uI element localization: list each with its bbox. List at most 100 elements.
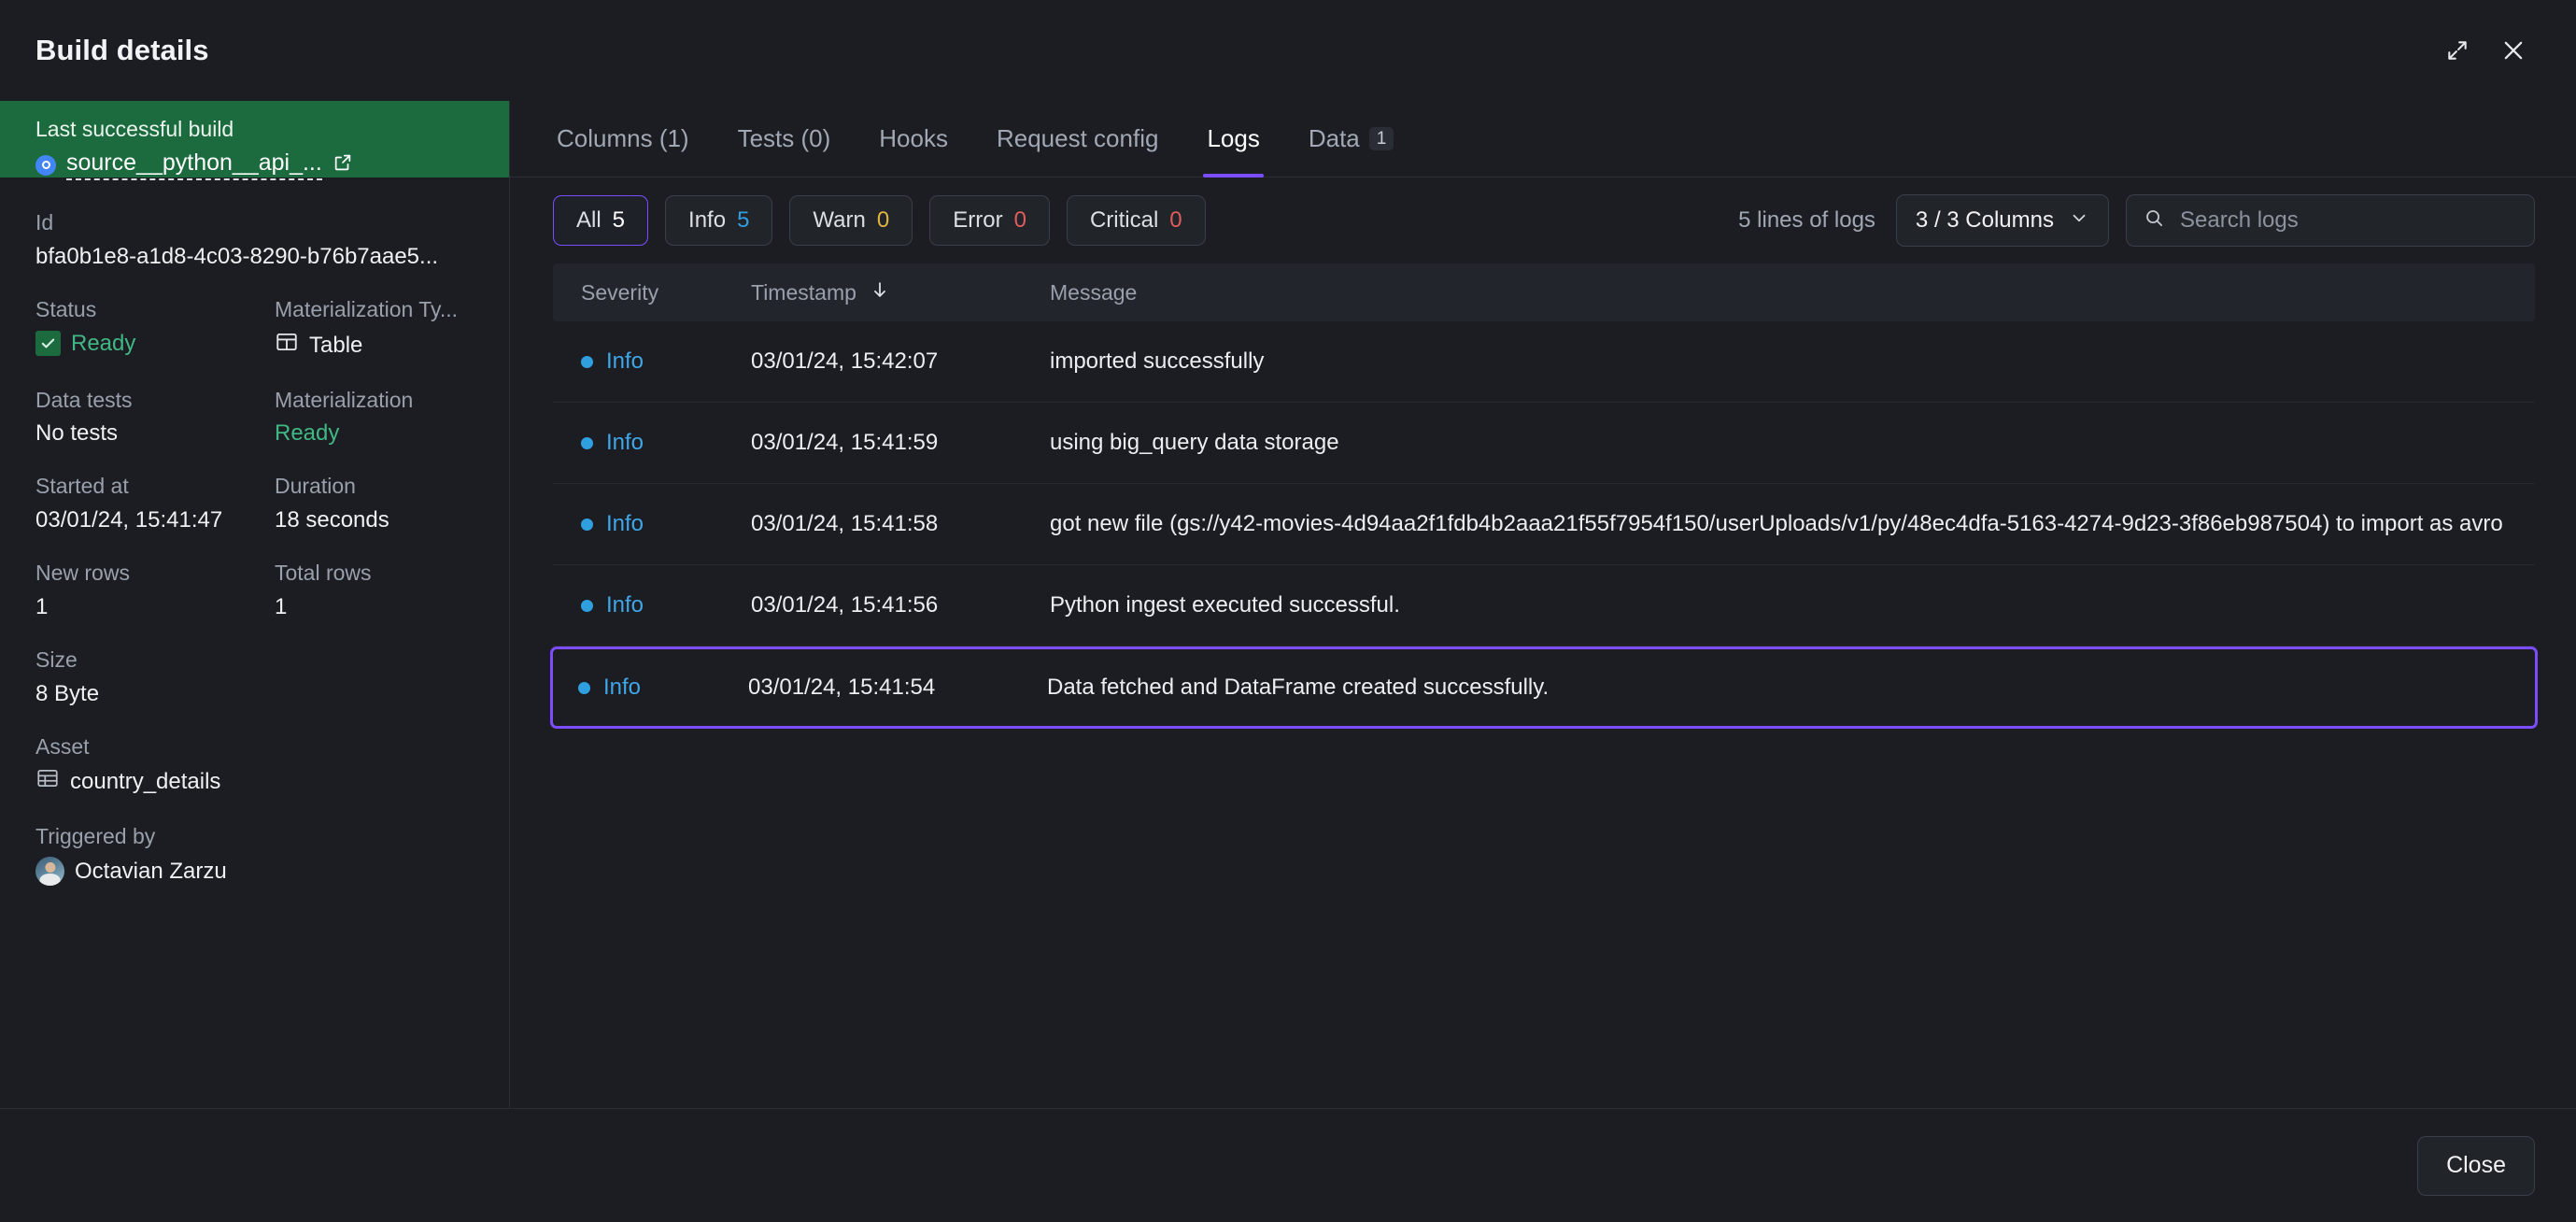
tab-tests-label: Tests (0) bbox=[737, 124, 831, 152]
tab-columns[interactable]: Columns (1) bbox=[553, 101, 693, 177]
field-row-tests: Data tests No tests Materialization Read… bbox=[35, 387, 474, 474]
dialog-titlebar: Build details bbox=[0, 0, 2576, 101]
filter-chip-critical[interactable]: Critical 0 bbox=[1066, 195, 1206, 246]
chevron-down-icon bbox=[2069, 207, 2089, 234]
last-build-source-name: source__python__api_... bbox=[66, 149, 322, 181]
table-row[interactable]: Info 03/01/24, 15:41:59 using big_query … bbox=[553, 403, 2535, 485]
filter-chip-error-count: 0 bbox=[1013, 207, 1026, 233]
row-severity: Info bbox=[581, 427, 751, 459]
search-input[interactable] bbox=[2178, 206, 2517, 234]
row-severity-label: Info bbox=[606, 348, 644, 374]
filter-chip-info-label: Info bbox=[688, 207, 727, 233]
close-icon[interactable] bbox=[2492, 29, 2535, 72]
row-message: Python ingest executed successful. bbox=[1050, 592, 1400, 618]
field-materialization-type-value-wrap: Table bbox=[275, 330, 499, 362]
field-materialization-type-value: Table bbox=[309, 332, 363, 358]
tab-logs-label: Logs bbox=[1207, 124, 1260, 152]
field-data-tests: Data tests No tests bbox=[35, 387, 275, 448]
column-header-severity[interactable]: Severity bbox=[581, 280, 751, 306]
column-header-timestamp-label: Timestamp bbox=[751, 279, 856, 305]
arrow-down-icon bbox=[870, 279, 890, 306]
field-total-rows-label: Total rows bbox=[275, 561, 372, 585]
table-row-selected[interactable]: Info 03/01/24, 15:41:54 Data fetched and… bbox=[550, 647, 2538, 730]
tab-columns-label: Columns (1) bbox=[557, 124, 689, 152]
build-fields: Id bfa0b1e8-a1d8-4c03-8290-b76b7aae5... … bbox=[0, 178, 509, 1108]
page-title: Build details bbox=[35, 34, 209, 66]
field-materialization-type: Materialization Ty... Table bbox=[275, 296, 509, 362]
field-duration-label: Duration bbox=[275, 474, 356, 499]
search-logs-box[interactable] bbox=[2126, 194, 2535, 247]
filter-chip-all-count: 5 bbox=[612, 207, 626, 233]
tab-hooks[interactable]: Hooks bbox=[875, 101, 952, 177]
last-successful-build-banner: Last successful build source__python__ap… bbox=[0, 101, 509, 181]
tab-data[interactable]: Data 1 bbox=[1305, 101, 1398, 177]
build-summary-sidebar: Last successful build source__python__ap… bbox=[0, 101, 510, 1108]
filter-chip-all[interactable]: All 5 bbox=[553, 195, 649, 246]
field-id: Id bfa0b1e8-a1d8-4c03-8290-b76b7aae5... bbox=[35, 209, 474, 271]
last-build-label: Last successful build bbox=[35, 117, 234, 141]
table-row[interactable]: Info 03/01/24, 15:41:56 Python ingest ex… bbox=[553, 565, 2535, 647]
close-button[interactable]: Close bbox=[2417, 1135, 2535, 1196]
field-size: Size 8 Byte bbox=[35, 647, 474, 708]
table-row[interactable]: Info 03/01/24, 15:41:58 got new file (gs… bbox=[553, 484, 2535, 566]
filter-chip-warn-label: Warn bbox=[813, 207, 866, 233]
table-row[interactable]: Info 03/01/24, 15:42:07 imported success… bbox=[553, 321, 2535, 404]
field-row-timing: Started at 03/01/24, 15:41:47 Duration 1… bbox=[35, 473, 474, 560]
row-severity-label: Info bbox=[606, 430, 644, 456]
filter-chip-error[interactable]: Error 0 bbox=[929, 195, 1050, 246]
row-severity: Info bbox=[581, 508, 751, 540]
row-severity-label: Info bbox=[603, 675, 642, 701]
search-icon bbox=[2144, 207, 2165, 234]
filter-chip-warn[interactable]: Warn 0 bbox=[789, 195, 913, 246]
tab-bar: Columns (1) Tests (0) Hooks Request conf… bbox=[510, 101, 2576, 178]
field-total-rows: Total rows 1 bbox=[275, 560, 509, 621]
severity-dot-icon bbox=[581, 436, 593, 449]
tab-hooks-label: Hooks bbox=[879, 124, 948, 152]
build-details-dialog: Build details Last successful build sour… bbox=[0, 0, 2576, 1222]
last-build-source-link[interactable]: source__python__api_... bbox=[35, 149, 474, 181]
filter-chip-info[interactable]: Info 5 bbox=[665, 195, 773, 246]
field-size-label: Size bbox=[35, 647, 78, 672]
field-started-at-label: Started at bbox=[35, 474, 129, 499]
status-badge: Ready bbox=[35, 330, 260, 358]
row-timestamp: 03/01/24, 15:41:56 bbox=[751, 592, 939, 618]
columns-select[interactable]: 3 / 3 Columns bbox=[1895, 194, 2109, 247]
lines-of-logs-label: 5 lines of logs bbox=[1738, 207, 1875, 233]
tab-tests[interactable]: Tests (0) bbox=[734, 101, 835, 177]
severity-dot-icon bbox=[581, 599, 593, 612]
row-severity: Info bbox=[581, 590, 751, 621]
column-header-severity-label: Severity bbox=[581, 279, 659, 305]
row-timestamp: 03/01/24, 15:41:54 bbox=[748, 675, 936, 701]
columns-select-value: 3 / 3 Columns bbox=[1915, 207, 2054, 233]
expand-icon[interactable] bbox=[2436, 29, 2479, 72]
field-size-value: 8 Byte bbox=[35, 680, 100, 706]
field-row-status: Status Ready Materialization Ty... Table bbox=[35, 296, 474, 387]
logs-table: Severity Timestamp Message Info 03/01/24… bbox=[510, 263, 2576, 1108]
field-id-value: bfa0b1e8-a1d8-4c03-8290-b76b7aae5... bbox=[35, 243, 439, 269]
dialog-body: Last successful build source__python__ap… bbox=[0, 101, 2576, 1108]
column-header-message[interactable]: Message bbox=[1050, 280, 2535, 306]
external-link-icon bbox=[333, 152, 353, 178]
avatar bbox=[35, 857, 64, 886]
column-header-timestamp[interactable]: Timestamp bbox=[751, 279, 1050, 306]
tab-logs[interactable]: Logs bbox=[1203, 101, 1265, 178]
field-started-at: Started at 03/01/24, 15:41:47 bbox=[35, 473, 275, 534]
row-timestamp: 03/01/24, 15:41:59 bbox=[751, 430, 939, 456]
field-materialization-label: Materialization bbox=[275, 387, 414, 412]
row-timestamp: 03/01/24, 15:41:58 bbox=[751, 511, 939, 537]
check-icon bbox=[35, 331, 61, 356]
dialog-footer: Close bbox=[0, 1108, 2576, 1222]
field-asset-value-wrap[interactable]: country_details bbox=[35, 766, 474, 798]
asset-table-icon bbox=[35, 766, 60, 798]
field-triggered-by: Triggered by Octavian Zarzu bbox=[35, 823, 474, 886]
column-header-message-label: Message bbox=[1050, 279, 1138, 305]
row-severity-label: Info bbox=[606, 592, 644, 618]
field-asset: Asset country_details bbox=[35, 733, 474, 799]
field-duration-value: 18 seconds bbox=[275, 507, 389, 533]
field-data-tests-label: Data tests bbox=[35, 387, 133, 412]
field-materialization-type-label: Materialization Ty... bbox=[275, 296, 459, 321]
field-asset-value: country_details bbox=[70, 769, 221, 795]
field-materialization: Materialization Ready bbox=[275, 387, 509, 448]
tab-request-config[interactable]: Request config bbox=[993, 101, 1162, 177]
google-cloud-icon bbox=[35, 154, 56, 176]
